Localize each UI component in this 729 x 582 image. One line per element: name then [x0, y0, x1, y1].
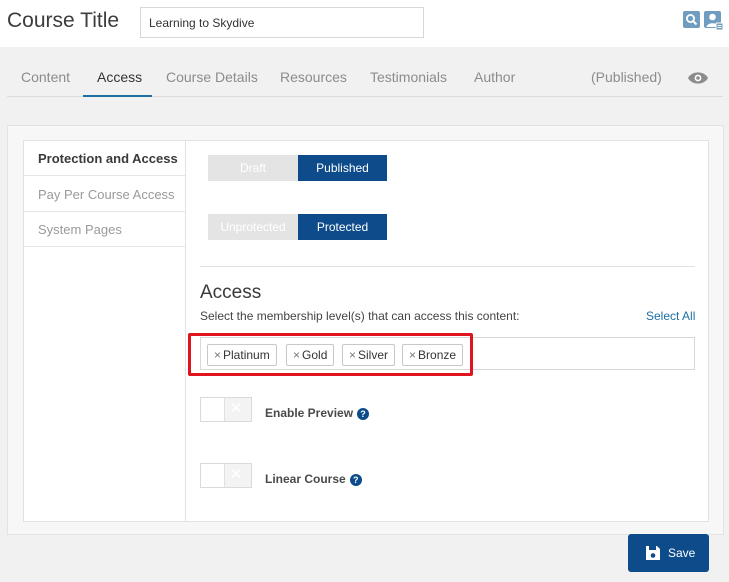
tag-label: Silver — [358, 348, 389, 362]
side-nav: Protection and Access Pay Per Course Acc… — [24, 141, 186, 521]
membership-tag: × Platinum — [207, 344, 277, 366]
save-button[interactable]: Save — [628, 534, 709, 572]
toggle-knob — [201, 398, 225, 421]
membership-levels-input[interactable]: × Platinum × Gold × Silver × Bronze — [200, 337, 695, 370]
course-title-input[interactable] — [140, 7, 424, 38]
access-description: Select the membership level(s) that can … — [200, 309, 520, 323]
side-item-protection-access[interactable]: Protection and Access — [24, 141, 185, 176]
top-bar: Course Title — [0, 0, 729, 47]
tab-testimonials[interactable]: Testimonials — [370, 58, 447, 97]
settings-panel: Protection and Access Pay Per Course Acc… — [23, 140, 709, 522]
settings-card: Protection and Access Pay Per Course Acc… — [7, 125, 724, 535]
side-item-system-pages[interactable]: System Pages — [24, 212, 185, 247]
active-tab-indicator — [83, 95, 152, 97]
enable-preview-label: Enable Preview? — [265, 406, 370, 420]
membership-tag: × Silver — [342, 344, 396, 366]
publish-status: (Published) — [591, 69, 662, 85]
draft-option[interactable]: Draft — [208, 155, 298, 181]
toggle-knob — [201, 464, 225, 487]
tag-label: Gold — [302, 348, 328, 362]
linear-course-text: Linear Course — [265, 472, 346, 486]
membership-tag: × Bronze — [402, 344, 464, 366]
protected-option[interactable]: Protected — [298, 214, 387, 240]
eye-icon[interactable] — [688, 72, 708, 84]
enable-preview-toggle[interactable]: ✕ — [200, 397, 252, 422]
tag-label: Bronze — [418, 348, 457, 362]
access-heading: Access — [200, 282, 262, 303]
save-label: Save — [668, 546, 696, 560]
select-all-link[interactable]: Select All — [646, 309, 695, 323]
enable-preview-text: Enable Preview — [265, 406, 354, 420]
toggle-off-icon: ✕ — [230, 466, 243, 483]
user-icon[interactable] — [704, 11, 723, 30]
remove-tag-icon[interactable]: × — [293, 348, 300, 362]
tab-course-details[interactable]: Course Details — [166, 58, 258, 97]
divider — [200, 266, 695, 267]
tab-access[interactable]: Access — [97, 58, 142, 97]
page-title: Course Title — [7, 9, 120, 32]
help-icon[interactable]: ? — [357, 408, 370, 420]
linear-course-toggle[interactable]: ✕ — [200, 463, 252, 488]
help-icon[interactable]: ? — [349, 474, 362, 486]
side-item-pay-per-course[interactable]: Pay Per Course Access — [24, 177, 185, 212]
membership-tag: × Gold — [286, 344, 335, 366]
linear-course-label: Linear Course? — [265, 472, 362, 486]
search-icon[interactable] — [683, 11, 700, 28]
remove-tag-icon[interactable]: × — [409, 348, 416, 362]
publish-toggle: Draft Published — [208, 155, 387, 181]
tab-resources[interactable]: Resources — [280, 58, 347, 97]
tab-author[interactable]: Author — [474, 58, 515, 97]
remove-tag-icon[interactable]: × — [349, 348, 356, 362]
save-icon — [646, 546, 660, 560]
protection-toggle: Unprotected Protected — [208, 214, 387, 240]
remove-tag-icon[interactable]: × — [214, 348, 221, 362]
published-option[interactable]: Published — [298, 155, 387, 181]
tab-content[interactable]: Content — [21, 58, 70, 97]
tab-bar: Content Access Course Details Resources … — [7, 58, 723, 97]
unprotected-option[interactable]: Unprotected — [208, 214, 298, 240]
toggle-off-icon: ✕ — [230, 400, 243, 417]
tag-label: Platinum — [223, 348, 270, 362]
